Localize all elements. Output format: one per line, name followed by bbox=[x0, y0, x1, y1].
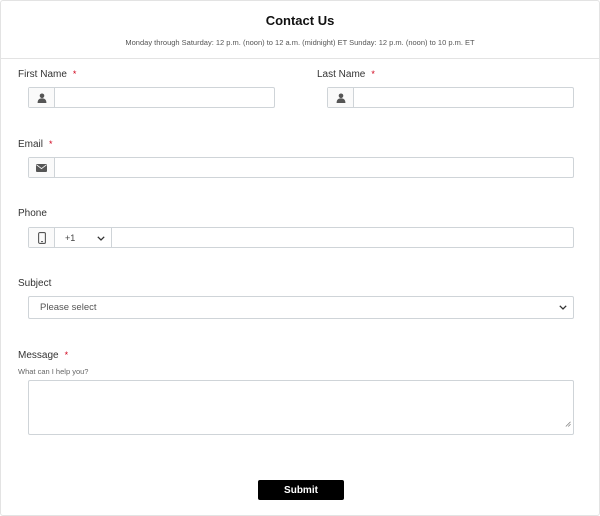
required-marker: * bbox=[64, 350, 69, 360]
country-code-value: +1 bbox=[65, 232, 76, 243]
subject-selected-value: Please select bbox=[40, 302, 97, 313]
mobile-phone-icon bbox=[29, 228, 55, 247]
form-header: Contact Us Monday through Saturday: 12 p… bbox=[1, 1, 599, 59]
required-marker: * bbox=[49, 139, 53, 149]
required-marker: * bbox=[371, 69, 375, 79]
last-name-field bbox=[327, 87, 574, 108]
subject-select[interactable]: Please select bbox=[28, 296, 574, 319]
envelope-icon bbox=[29, 158, 55, 177]
chevron-down-icon bbox=[559, 302, 567, 313]
first-name-label-text: First Name bbox=[18, 69, 67, 80]
country-code-select[interactable]: +1 bbox=[55, 228, 112, 247]
phone-input[interactable] bbox=[112, 228, 573, 247]
subject-label-text: Subject bbox=[18, 278, 52, 289]
email-label-text: Email bbox=[18, 139, 44, 150]
contact-form-card: Contact Us Monday through Saturday: 12 p… bbox=[0, 0, 600, 516]
phone-label: Phone bbox=[18, 208, 47, 219]
first-name-input[interactable] bbox=[55, 88, 274, 107]
form-hours: Monday through Saturday: 12 p.m. (noon) … bbox=[125, 38, 475, 47]
phone-field: +1 bbox=[28, 227, 574, 248]
chevron-down-icon bbox=[97, 233, 105, 243]
first-name-field bbox=[28, 87, 275, 108]
last-name-label: Last Name * bbox=[317, 69, 375, 80]
message-label-text: Message bbox=[18, 350, 59, 361]
message-hint: What can I help you? bbox=[18, 367, 89, 376]
required-marker: * bbox=[72, 69, 77, 79]
last-name-input[interactable] bbox=[354, 88, 573, 107]
email-field bbox=[28, 157, 574, 178]
subject-label: Subject bbox=[18, 278, 51, 289]
submit-button[interactable]: Submit bbox=[258, 480, 344, 500]
phone-label-text: Phone bbox=[18, 208, 47, 219]
form-title: Contact Us bbox=[265, 13, 335, 28]
first-name-label: First Name * bbox=[18, 69, 76, 80]
user-icon bbox=[29, 88, 55, 107]
last-name-label-text: Last Name bbox=[317, 69, 366, 80]
message-label: Message * bbox=[18, 350, 68, 361]
message-textarea[interactable] bbox=[28, 380, 574, 435]
email-input[interactable] bbox=[55, 158, 573, 177]
resize-handle-icon[interactable] bbox=[565, 414, 571, 432]
user-icon bbox=[328, 88, 354, 107]
email-label: Email * bbox=[18, 139, 53, 150]
